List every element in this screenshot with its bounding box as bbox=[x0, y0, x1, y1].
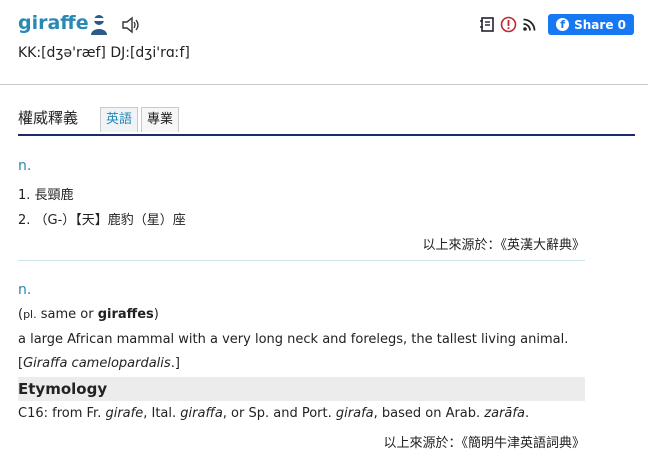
word-header: giraffe KK:[dʒə'ræf] DJ:[dʒi'rɑːf] f Sha… bbox=[0, 0, 648, 84]
definition: a large African mammal with a very long … bbox=[18, 332, 569, 347]
report-icon[interactable] bbox=[500, 16, 517, 33]
speaker-icon[interactable] bbox=[121, 16, 141, 34]
source-citation: 以上來源於：《英漢大辭典》 bbox=[422, 238, 585, 253]
definition-tabs: 權威釋義 英語 專業 bbox=[18, 106, 635, 136]
facebook-share-button[interactable]: f Share 0 bbox=[548, 14, 634, 35]
headword: giraffe bbox=[18, 12, 89, 34]
etymology-heading-bar: Etymology bbox=[18, 377, 585, 401]
sense-1: 1. 長頸鹿 bbox=[18, 188, 74, 203]
share-label: Share 0 bbox=[574, 17, 626, 32]
latin-name: [Giraffa camelopardalis.] bbox=[18, 356, 180, 371]
tab-professional[interactable]: 專業 bbox=[141, 107, 180, 132]
toolbar: f Share 0 bbox=[479, 14, 634, 35]
source-citation: 以上來源於：《簡明牛津英語詞典》 bbox=[383, 436, 585, 451]
facebook-icon: f bbox=[556, 18, 570, 31]
plural-note: (pl. same or giraffes) bbox=[18, 307, 159, 322]
entry-divider bbox=[18, 260, 585, 261]
phonetic: KK:[dʒə'ræf] DJ:[dʒi'rɑːf] bbox=[18, 45, 190, 61]
sense-2: 2. （G-）【天】鹿豹（星）座 bbox=[18, 213, 186, 228]
etymology-text: C16: from Fr. girafe, Ital. giraffa, or … bbox=[18, 406, 530, 421]
etymology-title: Etymology bbox=[18, 380, 108, 398]
user-icon[interactable] bbox=[89, 14, 109, 36]
notebook-icon[interactable] bbox=[479, 16, 496, 33]
rss-icon[interactable] bbox=[521, 16, 538, 33]
part-of-speech: n. bbox=[18, 158, 32, 174]
tab-english[interactable]: 英語 bbox=[100, 107, 139, 132]
header-divider bbox=[0, 84, 648, 85]
tabs-title: 權威釋義 bbox=[18, 109, 79, 127]
part-of-speech: n. bbox=[18, 282, 32, 298]
